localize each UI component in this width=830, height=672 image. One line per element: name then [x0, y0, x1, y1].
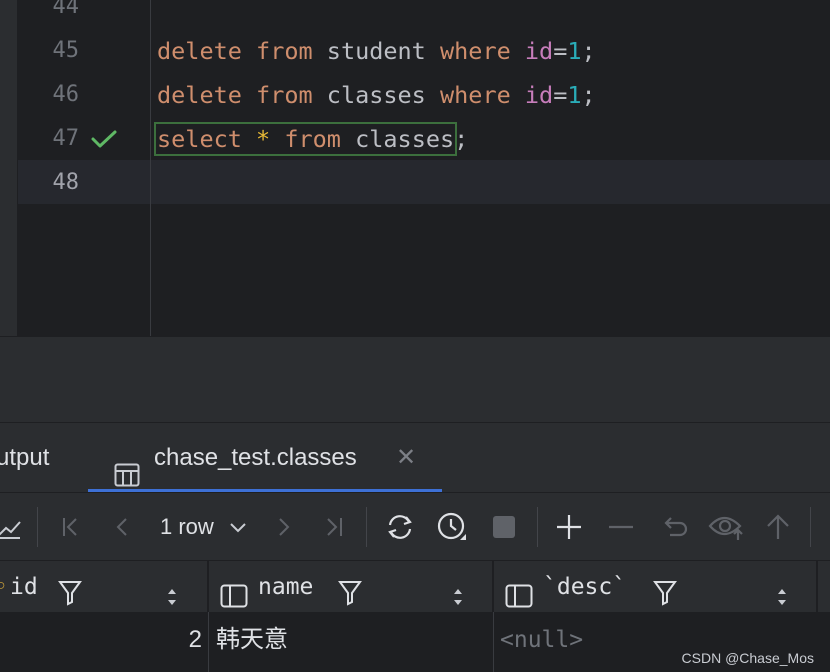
history-icon[interactable]	[434, 493, 470, 561]
column-name: `desc`	[543, 574, 627, 600]
line-number: 48	[52, 170, 80, 195]
row-count-selector[interactable]: 1 row	[160, 493, 214, 561]
refresh-icon[interactable]	[382, 493, 418, 561]
stop-icon[interactable]	[490, 493, 518, 561]
column-header-desc[interactable]: `desc`	[494, 561, 816, 613]
tab-output[interactable]: utput	[0, 423, 49, 493]
column-header-id[interactable]: ◦ id	[0, 561, 204, 613]
key-icon: ◦	[0, 574, 8, 600]
tab-label: utput	[0, 444, 50, 471]
editor-line[interactable]: 46 delete from classes where id=1;	[0, 73, 830, 117]
executed-statement-highlight: select * from classes	[153, 122, 458, 156]
grid-header: ◦ id name `desc`	[0, 560, 830, 613]
check-icon	[89, 128, 119, 150]
watermark: CSDN @Chase_Mos	[681, 650, 814, 666]
column-name: id	[10, 574, 38, 600]
next-page-icon[interactable]	[268, 493, 298, 561]
table-row[interactable]: 2 韩天意 <null> CSDN @Chase_Mos	[0, 612, 830, 672]
line-number: 47	[52, 126, 80, 151]
line-number: 46	[52, 82, 80, 107]
submit-icon[interactable]	[762, 493, 794, 561]
close-icon[interactable]: ✕	[396, 423, 416, 493]
chart-icon[interactable]	[0, 493, 24, 561]
preview-icon[interactable]	[706, 493, 746, 561]
code-statement[interactable]: delete from student where id=1;	[157, 29, 596, 73]
panel-gap	[0, 336, 830, 422]
prev-page-icon[interactable]	[108, 493, 138, 561]
column-name: name	[258, 574, 314, 600]
editor-line[interactable]: 45 delete from student where id=1;	[0, 29, 830, 73]
table-icon	[114, 445, 140, 487]
last-page-icon[interactable]	[318, 493, 350, 561]
cell-id[interactable]: 2	[0, 612, 202, 668]
cell-separator	[493, 612, 494, 672]
column-header-name[interactable]: name	[209, 561, 493, 613]
toolbar-separator	[366, 507, 367, 547]
results-tab-bar: utput chase_test.classes ✕	[0, 422, 830, 493]
editor-line[interactable]: 44	[0, 0, 830, 29]
editor-line[interactable]: 48	[0, 161, 830, 205]
toolbar-separator	[537, 507, 538, 547]
results-toolbar: 1 row	[0, 492, 830, 560]
toolbar-separator	[37, 507, 38, 547]
add-row-icon[interactable]	[553, 493, 585, 561]
tab-chase-test-classes[interactable]: chase_test.classes ✕	[88, 423, 442, 493]
toolbar-separator	[810, 507, 811, 547]
column-separator[interactable]	[816, 561, 818, 613]
code-statement[interactable]: delete from classes where id=1;	[157, 73, 596, 117]
first-page-icon[interactable]	[56, 493, 86, 561]
line-number: 45	[52, 38, 80, 63]
cell-separator	[208, 612, 209, 672]
tab-label: chase_test.classes	[154, 444, 357, 471]
code-statement[interactable]: select * from classes;	[153, 117, 468, 161]
editor-line[interactable]: 47 select * from classes;	[0, 117, 830, 161]
sql-editor[interactable]: 44 45 delete from student where id=1; 46…	[0, 0, 830, 336]
revert-icon[interactable]	[658, 493, 690, 561]
cell-name[interactable]: 韩天意	[216, 612, 486, 668]
delete-row-icon[interactable]	[605, 493, 637, 561]
chevron-down-icon[interactable]	[226, 493, 250, 561]
line-number: 44	[52, 0, 80, 19]
